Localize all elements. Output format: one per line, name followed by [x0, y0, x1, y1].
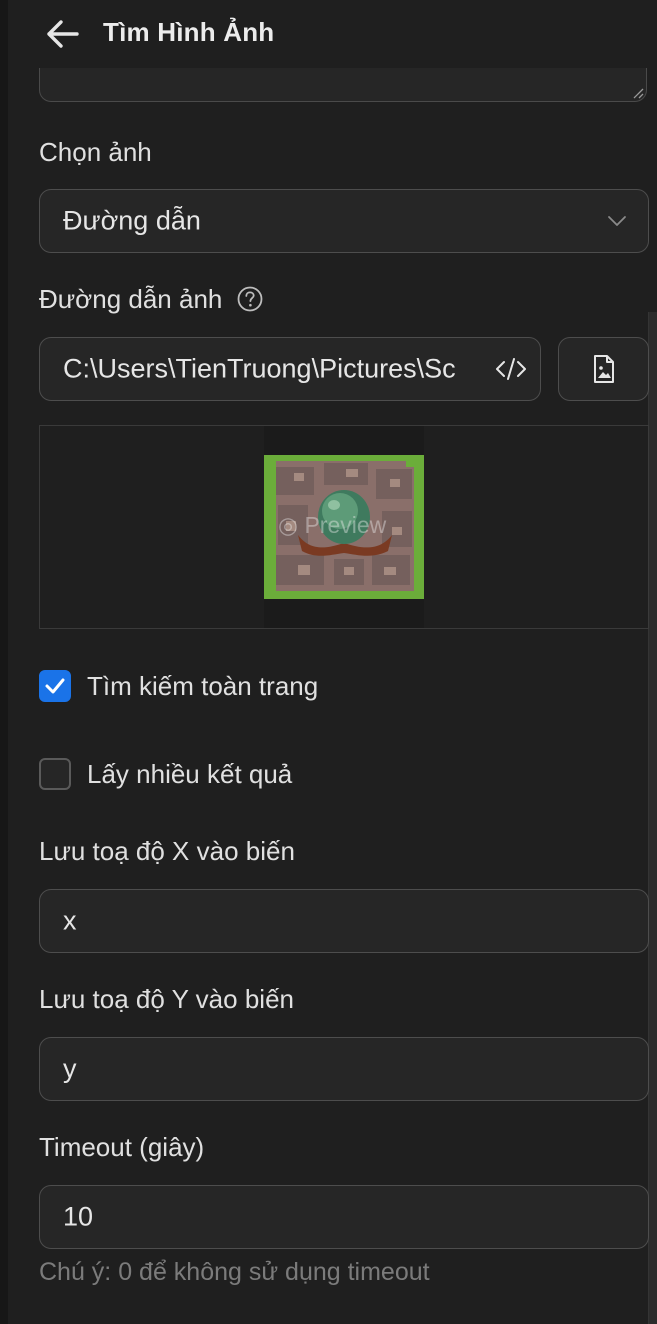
multiple-results-checkbox[interactable]: [39, 758, 71, 790]
search-whole-page-checkbox[interactable]: [39, 670, 71, 702]
check-icon: [45, 678, 65, 694]
save-x-value: x: [63, 905, 77, 936]
chevron-down-icon: [608, 216, 626, 226]
image-path-input[interactable]: C:\Users\TienTruong\Pictures\Sc: [39, 337, 541, 401]
save-y-value: y: [63, 1053, 77, 1084]
preview-image-frame: ◎ Preview: [264, 426, 424, 628]
page-title: Tìm Hình Ảnh: [103, 17, 275, 47]
image-file-icon: [593, 355, 614, 383]
save-y-label: Lưu toạ độ Y vào biến: [39, 984, 294, 1014]
timeout-hint: Chú ý: 0 để không sử dụng timeout: [39, 1258, 430, 1286]
multiple-results-label: Lấy nhiều kết quả: [87, 758, 293, 789]
image-path-value: C:\Users\TienTruong\Pictures\Sc: [63, 353, 455, 384]
save-y-input[interactable]: y: [39, 1037, 649, 1101]
preview-watermark: ◎ Preview: [278, 512, 386, 539]
description-textarea[interactable]: [39, 68, 647, 102]
left-rail: [0, 0, 8, 1324]
back-button[interactable]: [44, 16, 80, 52]
timeout-value: 10: [63, 1201, 94, 1232]
image-path-label-text: Đường dẫn ảnh: [39, 284, 223, 314]
scrollbar[interactable]: [648, 312, 657, 1324]
save-x-input[interactable]: x: [39, 889, 649, 953]
question-circle-icon[interactable]: [236, 285, 264, 313]
image-preview: ◎ Preview: [39, 425, 649, 629]
save-x-label: Lưu toạ độ X vào biến: [39, 836, 295, 866]
code-button[interactable]: [494, 352, 528, 386]
timeout-input[interactable]: 10: [39, 1185, 649, 1249]
timeout-label: Timeout (giây): [39, 1132, 205, 1162]
image-source-select[interactable]: Đường dẫn: [39, 189, 649, 253]
image-source-value: Đường dẫn: [63, 205, 201, 236]
eye-icon: ◎: [278, 512, 305, 538]
image-select-label: Chọn ảnh: [39, 137, 152, 167]
preview-watermark-text: Preview: [304, 512, 387, 538]
code-icon: [496, 358, 526, 380]
arrow-left-icon: [47, 20, 79, 48]
image-path-label: Đường dẫn ảnh: [39, 284, 264, 315]
header: Tìm Hình Ảnh: [8, 0, 649, 68]
search-whole-page-label: Tìm kiếm toàn trang: [87, 670, 319, 701]
multiple-results-option[interactable]: Lấy nhiều kết quả: [39, 758, 292, 790]
browse-file-button[interactable]: [558, 337, 649, 401]
search-whole-page-option[interactable]: Tìm kiếm toàn trang: [39, 670, 318, 702]
resize-grip-icon[interactable]: [632, 87, 644, 99]
